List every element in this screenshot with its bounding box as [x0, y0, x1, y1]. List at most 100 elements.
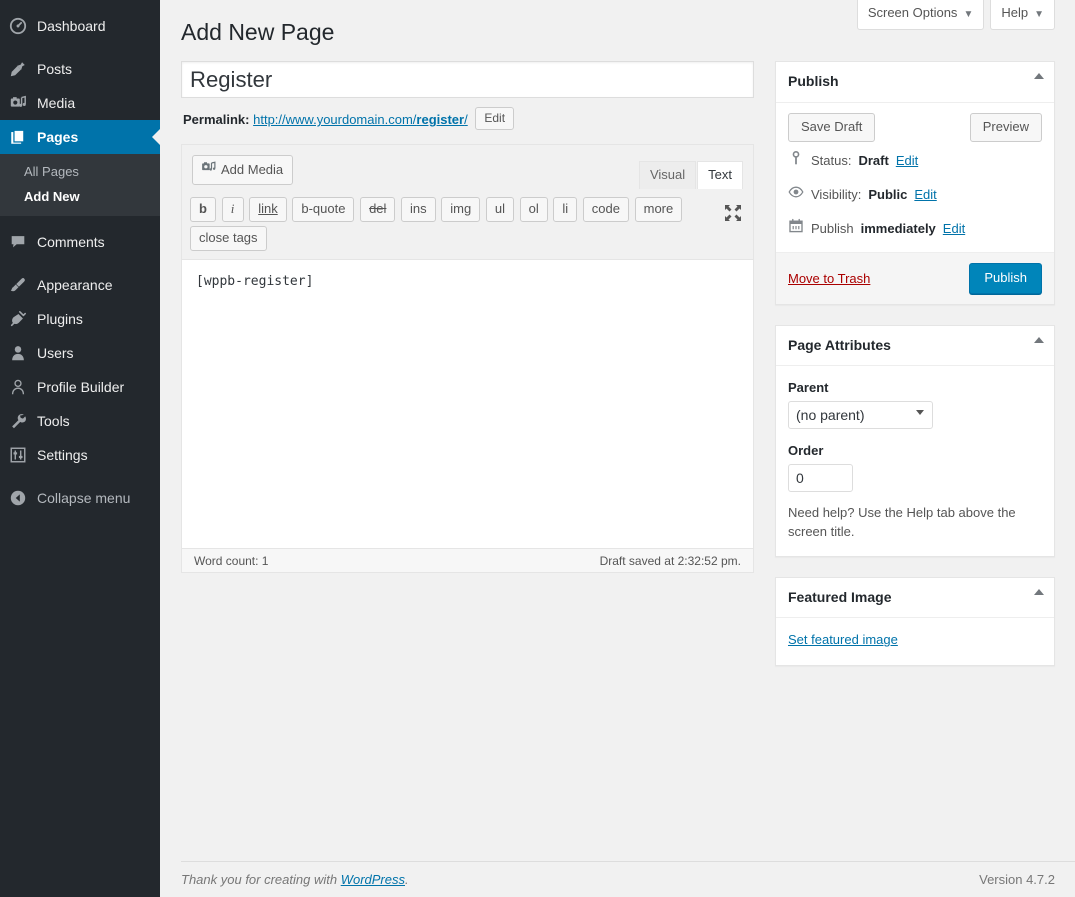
footer-version: Version 4.7.2 — [979, 872, 1055, 887]
tab-visual[interactable]: Visual — [639, 161, 696, 189]
status-label: Status: — [811, 151, 851, 171]
quicktag-ins[interactable]: ins — [401, 197, 436, 222]
featured-image-title: Featured Image — [788, 589, 891, 605]
save-draft-button[interactable]: Save Draft — [788, 113, 875, 142]
tab-text[interactable]: Text — [697, 161, 743, 189]
quicktag-li[interactable]: li — [553, 197, 577, 222]
page-attributes-title: Page Attributes — [788, 337, 891, 353]
quicktag-ul[interactable]: ul — [486, 197, 514, 222]
media-camera-icon — [8, 93, 28, 113]
order-label: Order — [788, 443, 1042, 458]
sidebar-item-label: Tools — [37, 414, 70, 428]
sidebar-item-label: Users — [37, 346, 74, 360]
move-to-trash-link[interactable]: Move to Trash — [788, 271, 870, 286]
quicktags-toolbar: b i link b-quote del ins img ul ol li co… — [182, 189, 753, 260]
pages-icon — [8, 127, 28, 147]
content-textarea[interactable]: [wppb-register] — [182, 260, 753, 548]
featured-image-box: Featured Image Set featured image — [775, 577, 1055, 667]
sidebar-item-pages[interactable]: Pages — [0, 120, 160, 154]
quicktag-more[interactable]: more — [635, 197, 683, 222]
sidebar-item-users[interactable]: Users — [0, 336, 160, 370]
quicktag-b-quote[interactable]: b-quote — [292, 197, 354, 222]
sidebar-item-settings[interactable]: Settings — [0, 438, 160, 472]
sidebar-item-comments[interactable]: Comments — [0, 225, 160, 259]
quicktag-b[interactable]: b — [190, 197, 216, 222]
edit-permalink-button[interactable]: Edit — [475, 107, 514, 130]
quicktag-ol[interactable]: ol — [520, 197, 548, 222]
publish-box: Publish Save Draft Preview Status: Draft… — [775, 61, 1055, 305]
title-field-wrap — [181, 61, 754, 98]
sidebar-item-all-pages[interactable]: All Pages — [0, 159, 160, 184]
sidebar-top-gap — [0, 0, 160, 9]
admin-footer: Thank you for creating with WordPress. V… — [181, 861, 1075, 897]
set-featured-image-link[interactable]: Set featured image — [788, 632, 898, 647]
page-attributes-help: Need help? Use the Help tab above the sc… — [788, 504, 1042, 542]
sidebar-item-label: Profile Builder — [37, 380, 124, 394]
screen-options-button[interactable]: Screen Options ▼ — [857, 0, 985, 30]
quicktag-link[interactable]: link — [249, 197, 287, 222]
sidebar-item-add-new[interactable]: Add New — [0, 184, 160, 209]
page-attributes-inside: Parent (no parent) Order Need help? Use … — [776, 366, 1054, 556]
permalink-tail: / — [464, 112, 468, 127]
sidebar-item-tools[interactable]: Tools — [0, 404, 160, 438]
help-label: Help — [1001, 5, 1028, 20]
sidebar-item-dashboard[interactable]: Dashboard — [0, 9, 160, 43]
editor-mode-tabs: Visual Text — [638, 161, 743, 189]
permalink-label: Permalink: — [183, 112, 249, 127]
sidebar-item-label: Posts — [37, 62, 72, 76]
fullscreen-expand-icon[interactable] — [723, 203, 745, 225]
page-title-input[interactable] — [181, 61, 754, 98]
current-menu-arrow — [152, 129, 160, 145]
sidebar-item-profile-builder[interactable]: Profile Builder — [0, 370, 160, 404]
sidebar-item-media[interactable]: Media — [0, 86, 160, 120]
quicktag-del[interactable]: del — [360, 197, 395, 222]
sidebar-gap-4 — [0, 472, 160, 481]
preview-button[interactable]: Preview — [970, 113, 1042, 142]
post-body-content: Permalink: http://www.yourdomain.com/reg… — [181, 61, 754, 573]
publish-button[interactable]: Publish — [969, 263, 1042, 294]
collapse-menu-button[interactable]: Collapse menu — [0, 481, 160, 515]
edit-visibility-link[interactable]: Edit — [914, 185, 936, 205]
sidebar-item-label: Comments — [37, 235, 105, 249]
quicktag-close-tags[interactable]: close tags — [190, 226, 267, 251]
sidebar-item-plugins[interactable]: Plugins — [0, 302, 160, 336]
sidebar-item-label: Pages — [37, 130, 78, 144]
content-area: Screen Options▼ Help▼ Add New Page Perma… — [160, 0, 1075, 897]
sidebar-item-posts[interactable]: Posts — [0, 52, 160, 86]
visibility-label: Visibility: — [811, 185, 861, 205]
publish-box-title: Publish — [788, 73, 839, 89]
arrow-left-circle-icon — [8, 488, 28, 508]
edit-schedule-link[interactable]: Edit — [943, 219, 965, 239]
chevron-up-icon[interactable] — [1034, 589, 1044, 595]
calendar-icon — [788, 218, 804, 240]
delete-action: Move to Trash — [788, 271, 870, 286]
quicktag-i[interactable]: i — [222, 197, 244, 222]
order-input[interactable] — [788, 464, 853, 492]
admin-sidebar: Dashboard Posts Media Pages All Pages — [0, 0, 160, 897]
parent-select[interactable]: (no parent) — [788, 401, 933, 429]
footer-thanks-prefix: Thank you for creating with — [181, 872, 341, 887]
screen-options-label: Screen Options — [868, 5, 958, 20]
chevron-down-icon: ▼ — [963, 9, 973, 20]
quicktag-img[interactable]: img — [441, 197, 480, 222]
post-status-row: Status: Draft Edit — [776, 144, 1054, 178]
add-media-icon — [201, 160, 216, 179]
permalink-slug: register — [416, 112, 464, 127]
publish-box-header: Publish — [776, 62, 1054, 103]
sidebar-item-label: Plugins — [37, 312, 83, 326]
meta-box-column: Publish Save Draft Preview Status: Draft… — [775, 61, 1055, 686]
edit-status-link[interactable]: Edit — [896, 151, 918, 171]
sidebar-item-label: Media — [37, 96, 75, 110]
sidebar-item-appearance[interactable]: Appearance — [0, 268, 160, 302]
draft-saved-status: Draft saved at 2:32:52 pm. — [600, 554, 741, 568]
help-button[interactable]: Help▼ — [990, 0, 1055, 30]
pushpin-icon — [8, 59, 28, 79]
permalink-head: http://www.yourdomain.com/ — [253, 112, 416, 127]
add-media-button[interactable]: Add Media — [192, 155, 293, 185]
chevron-up-icon[interactable] — [1034, 337, 1044, 343]
editor-tools: Add Media Visual Text — [182, 145, 753, 189]
quicktag-code[interactable]: code — [583, 197, 629, 222]
chevron-up-icon[interactable] — [1034, 73, 1044, 79]
wordpress-link[interactable]: WordPress — [341, 872, 405, 887]
permalink-link[interactable]: http://www.yourdomain.com/register/ — [253, 112, 468, 127]
